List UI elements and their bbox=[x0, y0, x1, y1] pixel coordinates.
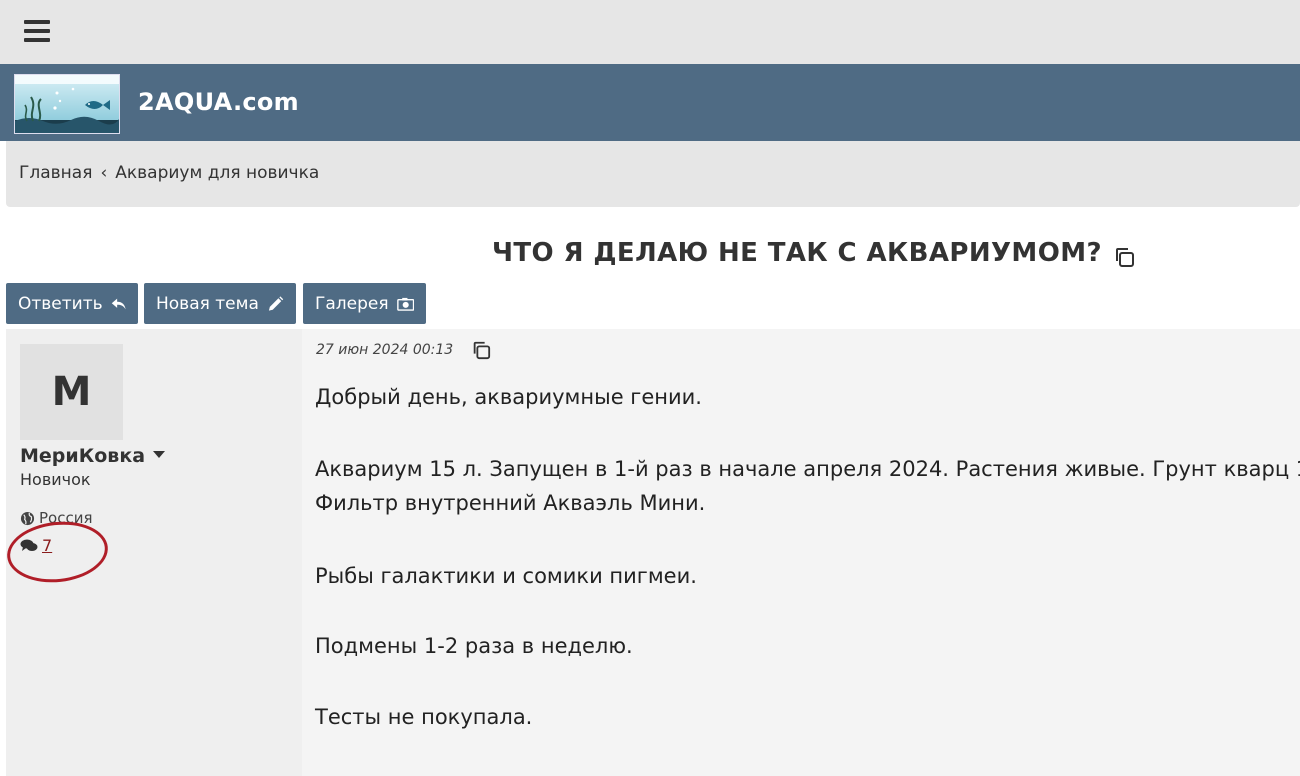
post-paragraph: Тесты не покупала. bbox=[315, 705, 533, 729]
post-paragraph: Подмены 1-2 раза в неделю. bbox=[315, 634, 633, 658]
copy-icon[interactable] bbox=[471, 340, 491, 360]
top-bar bbox=[0, 0, 1300, 64]
site-logo[interactable] bbox=[14, 74, 120, 134]
author-location-text: Россия bbox=[39, 509, 93, 527]
copy-link-icon[interactable] bbox=[1113, 246, 1135, 268]
author-rank: Новичок bbox=[20, 470, 91, 489]
post-paragraph: Рыбы галактики и сомики пигмеи. bbox=[315, 564, 697, 588]
post-paragraph: Фильтр внутренний Акваэль Мини. bbox=[315, 491, 706, 515]
reply-button-label: Ответить bbox=[18, 293, 103, 314]
post: M МериКовка Новичок Россия 7 27 июн 2024… bbox=[4, 329, 1300, 776]
pencil-icon bbox=[268, 295, 284, 311]
author-name-text: МериКовка bbox=[20, 445, 146, 467]
site-name-link[interactable]: 2AQUA.com bbox=[138, 88, 299, 116]
globe-icon bbox=[20, 511, 35, 525]
breadcrumb-section-link[interactable]: Аквариум для новичка bbox=[115, 163, 319, 183]
new-topic-button-label: Новая тема bbox=[156, 293, 259, 314]
author-name[interactable]: МериКовка bbox=[20, 445, 166, 467]
gallery-button[interactable]: Галерея bbox=[303, 283, 426, 324]
breadcrumb: Главная ‹ Аквариум для новичка bbox=[6, 141, 1300, 207]
reply-icon bbox=[111, 298, 126, 309]
post-date: 27 июн 2024 00:13 bbox=[316, 342, 454, 358]
comments-icon bbox=[20, 539, 38, 551]
camera-icon bbox=[396, 297, 414, 311]
reply-button[interactable]: Ответить bbox=[6, 283, 138, 324]
avatar[interactable]: M bbox=[20, 344, 123, 440]
site-header: 2AQUA.com bbox=[0, 64, 1300, 141]
author-panel: M МериКовка Новичок Россия 7 bbox=[4, 329, 302, 776]
post-meta: 27 июн 2024 00:13 bbox=[316, 340, 491, 360]
post-paragraph: Аквариум 15 л. Запущен в 1-й раз в начал… bbox=[315, 457, 1300, 481]
topic-title: ЧТО Я ДЕЛАЮ НЕ ТАК С АКВАРИУМОМ? bbox=[492, 238, 1102, 268]
breadcrumb-separator: ‹ bbox=[100, 163, 108, 183]
new-topic-button[interactable]: Новая тема bbox=[144, 283, 296, 324]
post-count-link[interactable]: 7 bbox=[42, 536, 52, 555]
author-location: Россия bbox=[20, 509, 93, 527]
post-paragraph: Добрый день, аквариумные гении. bbox=[315, 385, 702, 409]
author-post-count: 7 bbox=[20, 536, 52, 555]
chevron-down-icon[interactable] bbox=[153, 451, 166, 458]
gallery-button-label: Галерея bbox=[315, 293, 389, 314]
breadcrumb-home-link[interactable]: Главная bbox=[19, 163, 92, 183]
hamburger-menu-icon[interactable] bbox=[24, 20, 50, 42]
